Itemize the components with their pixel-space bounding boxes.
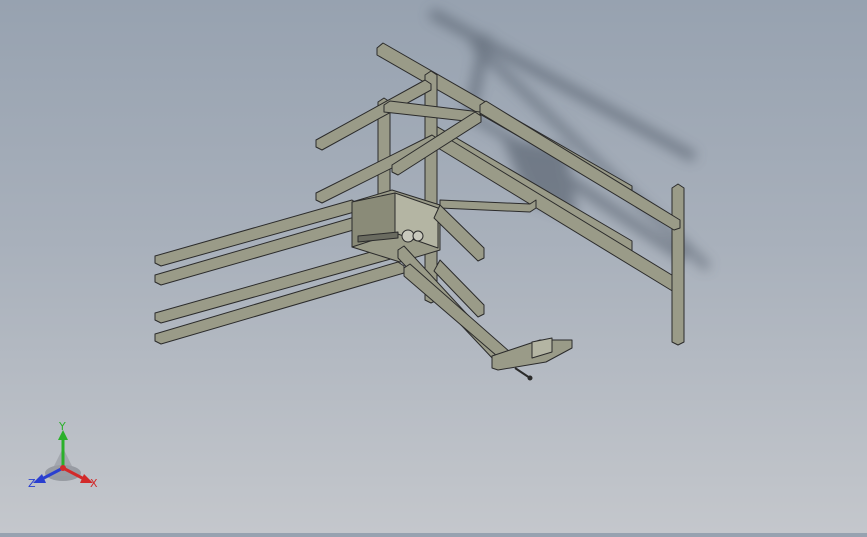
view-triad[interactable]: Y X Z <box>22 418 112 498</box>
outrigger-upper <box>433 204 485 262</box>
z-axis-label: Z <box>28 477 36 490</box>
x-axis-label: X <box>90 477 98 490</box>
gear-icon <box>401 229 415 243</box>
frame-assembly[interactable] <box>154 42 685 381</box>
front-pin <box>514 367 531 379</box>
model-view[interactable] <box>0 0 867 533</box>
lower-left-arm <box>315 134 439 204</box>
y-axis-label: Y <box>58 420 66 433</box>
mid-horizontal <box>439 199 537 213</box>
graphics-viewport[interactable] <box>0 0 867 533</box>
right-post <box>671 183 685 346</box>
triad-origin <box>60 465 66 471</box>
